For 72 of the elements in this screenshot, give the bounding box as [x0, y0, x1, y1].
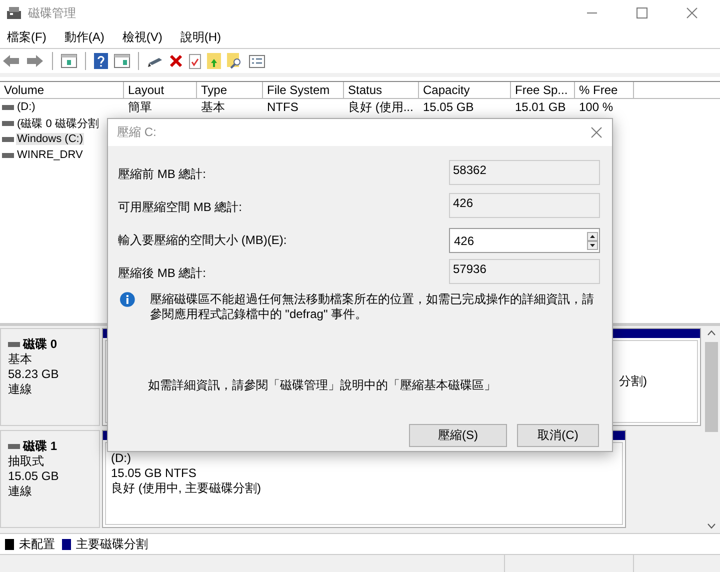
- readonly-field: 58362: [449, 160, 600, 185]
- readonly-field: 426: [449, 193, 600, 218]
- disk-name: 磁碟 0: [23, 337, 58, 352]
- scroll-thumb[interactable]: [705, 342, 718, 432]
- volume-name[interactable]: (D:): [16, 101, 36, 113]
- dialog-title: 壓縮 C:: [117, 124, 156, 141]
- table-cell: 基本: [201, 98, 225, 116]
- volume-name[interactable]: (磁碟 0 磁碟分割: [16, 116, 100, 130]
- spin-field[interactable]: 426: [449, 228, 600, 253]
- menu-item[interactable]: 動作(A): [64, 28, 104, 46]
- search-folder-icon[interactable]: [227, 53, 243, 69]
- help-message: 如需詳細資訊，請參閱「磁碟管理」說明中的「壓縮基本磁碟區」: [147, 377, 497, 394]
- column-header[interactable]: Status: [344, 82, 419, 99]
- column-header[interactable]: % Free: [575, 82, 634, 99]
- table-cell: 良好 (使用...: [348, 98, 414, 116]
- volume-name[interactable]: Windows (C:): [16, 133, 84, 145]
- partition-text: 15.05 GB NTFS: [111, 466, 198, 481]
- disk-info-panel[interactable]: 磁碟 1 抽取式 15.05 GB 連線: [0, 430, 100, 528]
- menu-item[interactable]: 檔案(F): [7, 28, 46, 46]
- check-document-icon[interactable]: [189, 54, 201, 68]
- partition-text: (D:): [111, 451, 132, 466]
- column-header[interactable]: Layout: [124, 82, 197, 99]
- info-icon: [120, 292, 135, 307]
- disk-type: 基本: [8, 352, 33, 367]
- maximize-icon[interactable]: [636, 7, 648, 19]
- disk-status: 連線: [8, 484, 33, 499]
- column-header[interactable]: File System: [263, 82, 344, 99]
- column-header[interactable]: Capacity: [419, 82, 511, 99]
- column-header[interactable]: Volume: [0, 82, 124, 99]
- field-label: 壓縮前 MB 總計:: [118, 166, 206, 183]
- disk-icon: [6, 6, 22, 20]
- scroll-down-icon[interactable]: [707, 523, 716, 529]
- field-label: 輸入要壓縮的空間大小 (MB)(E):: [118, 232, 287, 249]
- disk-type: 抽取式: [8, 454, 45, 469]
- panel-icon[interactable]: [114, 54, 130, 68]
- disk-size: 15.05 GB: [8, 469, 60, 484]
- disk-status: 連線: [8, 382, 33, 397]
- field-label: 可用壓縮空間 MB 總計:: [118, 199, 242, 216]
- checklist-icon[interactable]: [249, 54, 265, 68]
- spin-up-icon[interactable]: [587, 232, 598, 240]
- close-icon[interactable]: [686, 7, 698, 19]
- close-icon[interactable]: [591, 127, 602, 138]
- table-cell: 15.01 GB: [515, 100, 566, 114]
- table-cell: NTFS: [267, 100, 298, 114]
- back-arrow-icon[interactable]: [2, 54, 20, 68]
- disk-info-panel[interactable]: 磁碟 0 基本 58.23 GB 連線: [0, 328, 100, 426]
- panel-icon[interactable]: [61, 54, 77, 68]
- scroll-up-icon[interactable]: [707, 330, 716, 336]
- column-header[interactable]: Free Sp...: [511, 82, 575, 99]
- volume-name[interactable]: WINRE_DRV: [16, 149, 84, 161]
- menu-item[interactable]: 說明(H): [180, 28, 221, 46]
- column-header[interactable]: Type: [197, 82, 263, 99]
- menu-item[interactable]: 檢視(V): [122, 28, 162, 46]
- info-message: 壓縮磁碟區不能超過任何無法移動檔案所在的位置，如需已完成操作的詳細資訊，請參閱應用程式記錄檔中的 "defrag" 事件。: [150, 292, 595, 322]
- spin-down-icon[interactable]: [587, 240, 598, 250]
- shrink-button[interactable]: 壓縮(S): [409, 424, 507, 447]
- table-cell: 簡單: [128, 98, 152, 116]
- readonly-field: 57936: [449, 259, 600, 284]
- disk-size: 58.23 GB: [8, 367, 60, 382]
- forward-arrow-icon[interactable]: [26, 54, 44, 68]
- help-icon[interactable]: [94, 53, 108, 69]
- table-cell: 100 %: [579, 100, 614, 114]
- table-cell: 15.05 GB: [423, 100, 474, 114]
- legend-label: 未配置: [19, 536, 55, 552]
- delete-icon[interactable]: [169, 54, 183, 68]
- cancel-button[interactable]: 取消(C): [517, 424, 599, 447]
- partition-text: 分割): [619, 374, 647, 389]
- legend-label: 主要磁碟分割: [76, 536, 148, 552]
- partition-text: 良好 (使用中, 主要磁碟分割): [111, 481, 262, 496]
- disk-name: 磁碟 1: [23, 439, 58, 454]
- field-label: 壓縮後 MB 總計:: [118, 265, 206, 282]
- window-title: 磁碟管理: [28, 4, 76, 22]
